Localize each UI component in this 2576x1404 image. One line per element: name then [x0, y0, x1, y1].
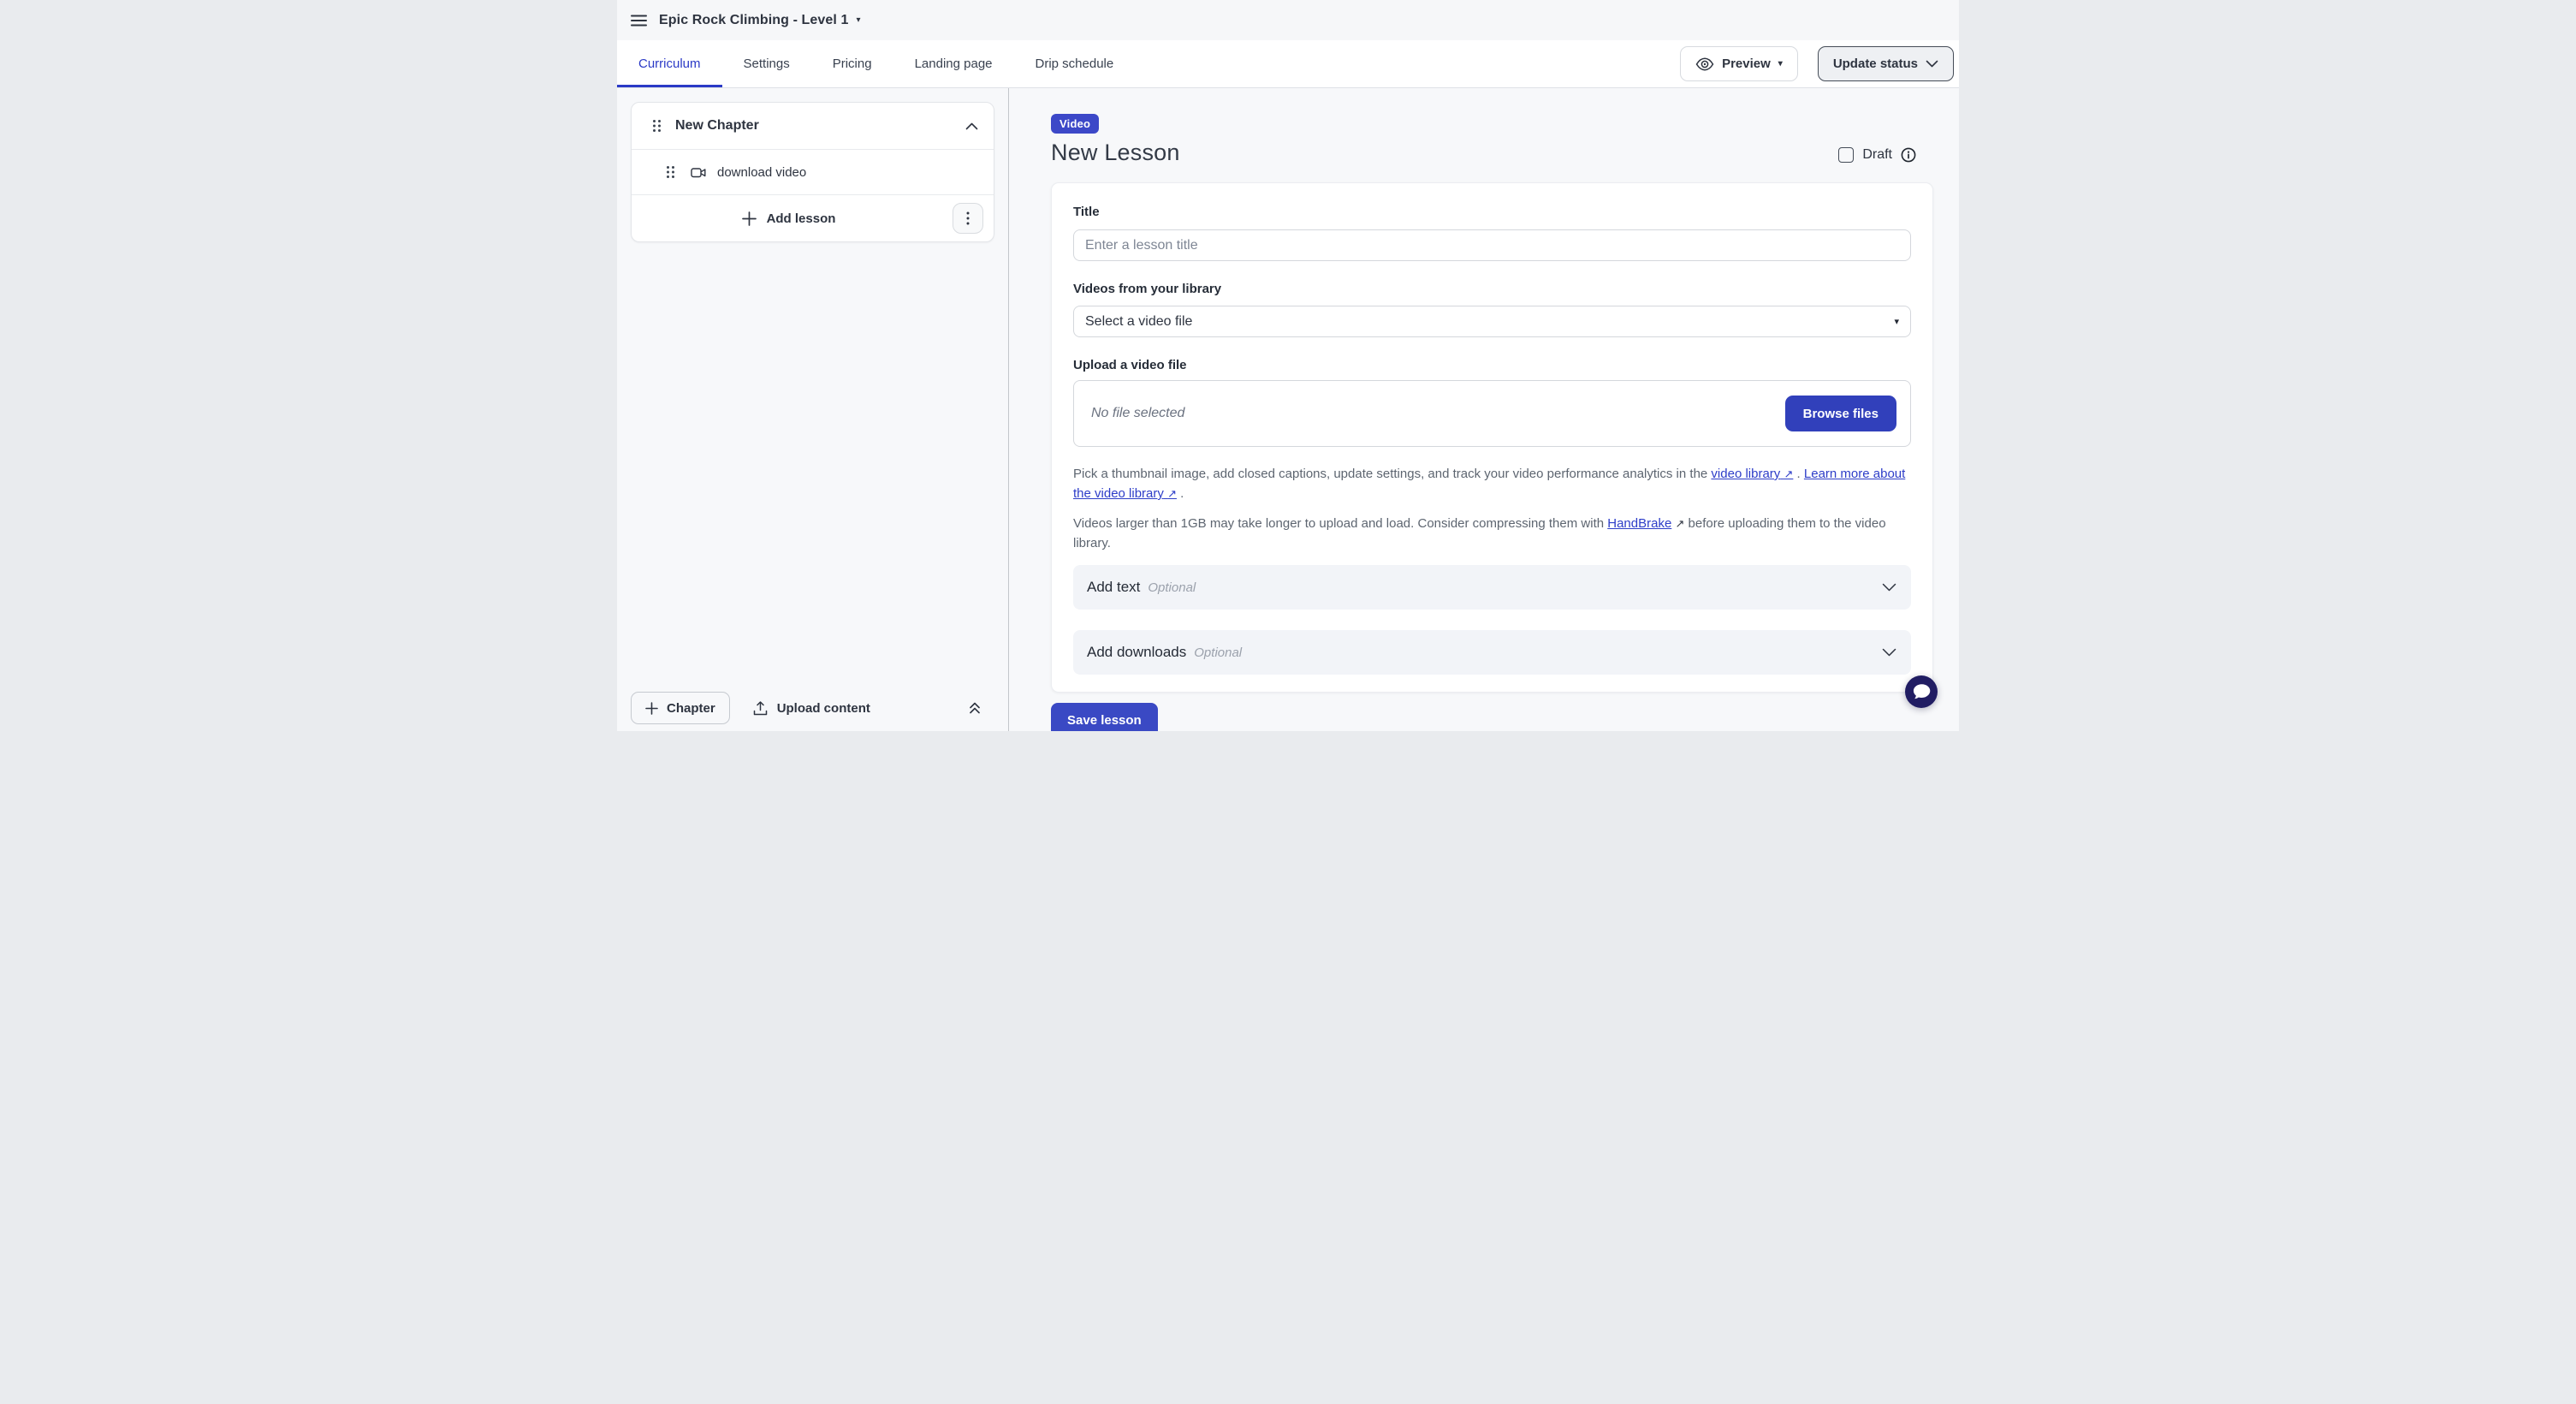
- update-status-label: Update status: [1833, 57, 1918, 71]
- add-lesson-label: Add lesson: [767, 211, 836, 226]
- save-lesson-button[interactable]: Save lesson: [1051, 703, 1158, 731]
- plus-icon: [742, 211, 757, 226]
- draft-label: Draft: [1862, 147, 1892, 163]
- content-layout: New Chapter: [617, 88, 1959, 731]
- collapse-chapter-button[interactable]: [965, 122, 978, 130]
- plus-icon: [645, 702, 658, 715]
- help-text-segment: Pick a thumbnail image, add closed capti…: [1073, 467, 1711, 481]
- drag-dots-icon: [652, 119, 662, 133]
- video-library-help-text: Pick a thumbnail image, add closed capti…: [1073, 464, 1911, 503]
- upload-icon: [753, 701, 768, 716]
- no-file-text: No file selected: [1091, 406, 1184, 421]
- video-camera-icon: [691, 166, 706, 179]
- caret-down-icon: ▾: [1894, 316, 1899, 327]
- tab-pricing[interactable]: Pricing: [811, 40, 893, 87]
- chevron-up-icon: [965, 122, 978, 130]
- add-chapter-label: Chapter: [667, 701, 715, 716]
- draft-toggle-group: Draft: [1838, 147, 1916, 166]
- info-icon[interactable]: [1901, 147, 1916, 163]
- double-chevron-up-icon: [968, 701, 982, 715]
- file-upload-dropzone[interactable]: No file selected Browse files: [1073, 380, 1911, 447]
- curriculum-sidebar: New Chapter: [617, 88, 1009, 731]
- add-downloads-label: Add downloads: [1087, 644, 1186, 661]
- tab-curriculum[interactable]: Curriculum: [617, 40, 722, 87]
- update-status-button[interactable]: Update status: [1818, 46, 1954, 81]
- lesson-form-card: Title Videos from your library Select a …: [1051, 182, 1933, 693]
- help-text-segment: .: [1177, 486, 1184, 501]
- add-text-section[interactable]: Add text Optional: [1073, 565, 1911, 610]
- upload-content-label: Upload content: [777, 701, 870, 716]
- library-field-label: Videos from your library: [1073, 282, 1911, 296]
- drag-dots-icon: [666, 165, 675, 179]
- collapse-all-button[interactable]: [968, 701, 982, 715]
- chapter-footer: Add lesson: [632, 195, 994, 241]
- title-field-label: Title: [1073, 205, 1911, 219]
- chapter-title: New Chapter: [675, 118, 759, 134]
- tab-settings[interactable]: Settings: [722, 40, 811, 87]
- chat-launcher-button[interactable]: [1905, 675, 1938, 708]
- upload-content-button[interactable]: Upload content: [753, 701, 870, 716]
- upload-field-label: Upload a video file: [1073, 358, 1911, 372]
- caret-down-icon: ▾: [857, 16, 861, 25]
- draft-checkbox[interactable]: [1838, 147, 1854, 163]
- preview-button[interactable]: Preview ▾: [1680, 46, 1798, 81]
- add-chapter-button[interactable]: Chapter: [631, 692, 730, 724]
- drag-handle[interactable]: [652, 119, 662, 133]
- help-text-segment: Videos larger than 1GB may take longer t…: [1073, 516, 1607, 531]
- tab-drip-schedule[interactable]: Drip schedule: [1014, 40, 1136, 87]
- course-title: Epic Rock Climbing - Level 1: [659, 13, 849, 28]
- optional-hint: Optional: [1194, 645, 1242, 660]
- caret-down-icon: ▾: [1778, 60, 1783, 68]
- kebab-menu-icon: [966, 211, 970, 225]
- external-link-icon: ↗: [1784, 467, 1793, 480]
- drag-handle[interactable]: [666, 165, 675, 179]
- tabbar-actions: Preview ▾ Update status: [1680, 40, 1954, 87]
- chapter-menu-button[interactable]: [953, 203, 983, 234]
- page-title: New Lesson: [1051, 140, 1180, 166]
- preview-label: Preview: [1722, 57, 1771, 71]
- chevron-down-icon: [1882, 583, 1896, 592]
- chapter-header[interactable]: New Chapter: [632, 103, 994, 149]
- lesson-header: Video New Lesson Draft: [1051, 114, 1933, 166]
- chevron-down-icon: [1882, 648, 1896, 657]
- video-library-selected-value: Select a video file: [1085, 314, 1192, 330]
- add-lesson-button[interactable]: Add lesson: [742, 211, 836, 226]
- lesson-heading-block: Video New Lesson: [1051, 114, 1180, 166]
- add-text-label: Add text: [1087, 579, 1140, 596]
- browse-files-button[interactable]: Browse files: [1785, 396, 1896, 431]
- course-switcher[interactable]: Epic Rock Climbing - Level 1 ▾: [659, 13, 861, 28]
- eye-icon: [1695, 57, 1714, 71]
- chat-bubble-icon: [1912, 683, 1931, 700]
- handbrake-link[interactable]: HandBrake: [1607, 516, 1671, 531]
- optional-hint: Optional: [1148, 580, 1196, 595]
- tabbar: Curriculum Settings Pricing Landing page…: [617, 40, 1959, 88]
- add-downloads-section[interactable]: Add downloads Optional: [1073, 630, 1911, 675]
- help-text-segment: .: [1793, 467, 1804, 481]
- chapter-card: New Chapter: [631, 102, 994, 242]
- lesson-row[interactable]: download video: [632, 149, 994, 195]
- lesson-title: download video: [717, 165, 806, 180]
- hamburger-menu-button[interactable]: [631, 15, 647, 27]
- external-link-icon: ↗: [1675, 517, 1684, 530]
- external-link-icon: ↗: [1167, 487, 1177, 500]
- lesson-editor: Video New Lesson Draft Title Videos fro: [1009, 88, 1959, 731]
- topbar: Epic Rock Climbing - Level 1 ▾: [617, 0, 1959, 40]
- compression-help-text: Videos larger than 1GB may take longer t…: [1073, 514, 1911, 553]
- sidebar-footer: Chapter Upload content: [617, 685, 1008, 731]
- video-library-link[interactable]: video library ↗: [1711, 467, 1793, 481]
- hamburger-icon: [631, 15, 647, 27]
- video-library-select[interactable]: Select a video file ▾: [1073, 306, 1911, 337]
- tab-landing-page[interactable]: Landing page: [893, 40, 1014, 87]
- course-builder-app: Epic Rock Climbing - Level 1 ▾ Curriculu…: [617, 0, 1959, 731]
- link-label: video library: [1711, 467, 1780, 481]
- lesson-type-badge: Video: [1051, 114, 1099, 134]
- chevron-down-icon: [1926, 60, 1938, 68]
- lesson-title-input[interactable]: [1073, 229, 1911, 261]
